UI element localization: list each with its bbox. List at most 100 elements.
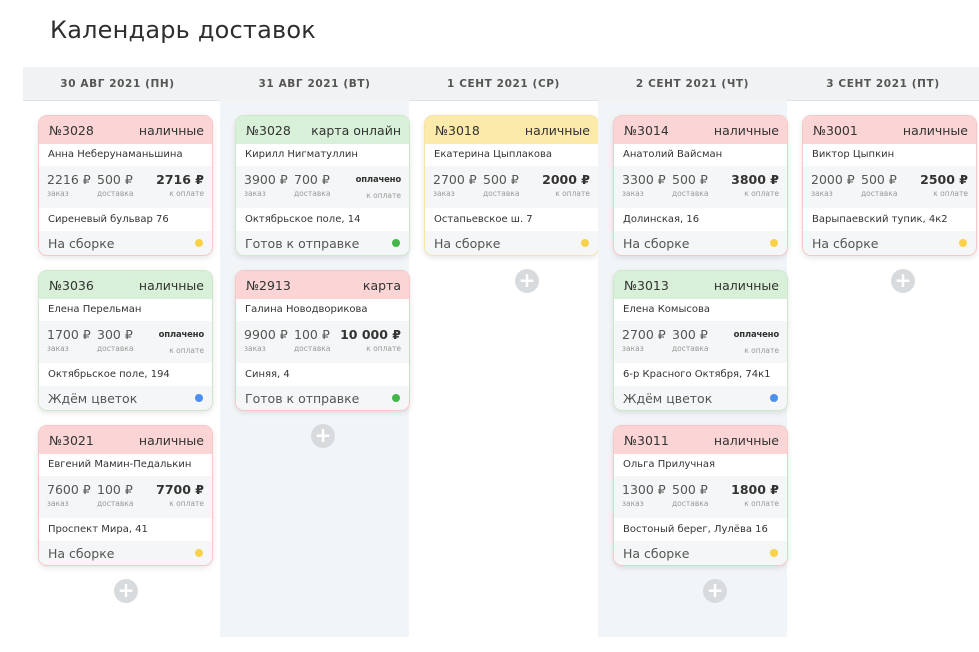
- status-text: На сборке: [48, 545, 115, 561]
- status-dot-icon: [392, 239, 400, 247]
- to-pay-amount: 1800 ₽: [731, 482, 779, 497]
- order-number: №3014: [624, 122, 669, 138]
- order-amount: 1300 ₽: [622, 482, 666, 497]
- to-pay-amount: 2500 ₽: [920, 172, 968, 187]
- card-header: №3011 наличные: [614, 426, 787, 454]
- add-order-button[interactable]: +: [891, 269, 915, 293]
- amounts-row: 3900 ₽ заказ 700 ₽ доставка оплачено к опла…: [236, 166, 409, 208]
- to-pay-label: к оплате: [169, 189, 204, 198]
- order-label: заказ: [433, 189, 455, 198]
- delivery-address: Долинская, 16: [614, 208, 787, 231]
- add-order-button[interactable]: +: [311, 424, 335, 448]
- delivery-address: Октябрьское поле, 194: [39, 363, 212, 386]
- status-row: Готов к отправке: [236, 386, 409, 410]
- customer-name: Елена Комысова: [614, 299, 787, 321]
- add-order-button[interactable]: +: [114, 579, 138, 603]
- delivery-label: доставка: [294, 344, 331, 353]
- order-amount: 2700 ₽: [433, 172, 477, 187]
- to-pay-label: к оплате: [933, 189, 968, 198]
- to-pay-label: к оплате: [169, 499, 204, 508]
- status-row: На сборке: [803, 231, 976, 255]
- status-row: На сборке: [39, 541, 212, 565]
- status-row: Ждём цветок: [614, 386, 787, 410]
- order-number: №3028: [246, 122, 291, 138]
- order-label: заказ: [47, 189, 69, 198]
- paid-status: оплачено: [355, 175, 402, 185]
- order-number: №3001: [813, 122, 858, 138]
- delivery-amount: 100 ₽: [294, 327, 330, 342]
- card-header: №3028 карта онлайн: [236, 116, 409, 144]
- column-date: 1 СЕНТ 2021 (СР): [447, 78, 560, 90]
- page-title: Календарь доставок: [50, 16, 316, 44]
- customer-name: Анна Неберунаманьшина: [39, 144, 212, 166]
- order-amount: 1700 ₽: [47, 327, 91, 342]
- payment-method: карта онлайн: [311, 122, 401, 138]
- amounts-row: 2216 ₽ заказ 500 ₽ доставка 2716 ₽ к оплате: [39, 166, 212, 208]
- order-label: заказ: [622, 344, 644, 353]
- card-header: №3028 наличные: [39, 116, 212, 144]
- column-date: 2 СЕНТ 2021 (ЧТ): [598, 67, 787, 101]
- column-date: 3 СЕНТ 2021 (ПТ): [826, 78, 940, 90]
- customer-name: Ольга Прилучная: [614, 454, 787, 476]
- order-card[interactable]: №3021 наличные Евгений Мамин-Педалькин 76…: [38, 425, 213, 566]
- order-amount: 3300 ₽: [622, 172, 666, 187]
- card-header: №2913 карта: [236, 271, 409, 299]
- delivery-label: доставка: [97, 499, 134, 508]
- amounts-row: 7600 ₽ заказ 100 ₽ доставка 7700 ₽ к оплате: [39, 476, 212, 518]
- status-dot-icon: [770, 239, 778, 247]
- order-card[interactable]: №3028 карта онлайн Кирилл Нигматуллин 390…: [235, 115, 410, 256]
- to-pay-amount: 10 000 ₽: [340, 327, 401, 342]
- order-card[interactable]: №3028 наличные Анна Неберунаманьшина 2216…: [38, 115, 213, 256]
- order-card[interactable]: №2913 карта Галина Новодворикова 9900 ₽ за…: [235, 270, 410, 411]
- order-label: заказ: [622, 499, 644, 508]
- delivery-label: доставка: [672, 499, 709, 508]
- status-dot-icon: [195, 549, 203, 557]
- customer-name: Галина Новодворикова: [236, 299, 409, 321]
- to-pay-label: к оплате: [366, 344, 401, 353]
- order-label: заказ: [811, 189, 833, 198]
- payment-method: наличные: [138, 122, 204, 138]
- to-pay-label: к оплате: [744, 346, 779, 355]
- status-text: На сборке: [812, 235, 879, 251]
- add-order-button[interactable]: +: [703, 579, 727, 603]
- to-pay-amount: 2000 ₽: [542, 172, 590, 187]
- status-text: На сборке: [48, 235, 115, 251]
- delivery-amount: 500 ₽: [672, 172, 708, 187]
- status-dot-icon: [770, 394, 778, 402]
- to-pay-amount: 3800 ₽: [731, 172, 779, 187]
- status-row: На сборке: [425, 231, 598, 255]
- delivery-label: доставка: [483, 189, 520, 198]
- to-pay-amount: 7700 ₽: [156, 482, 204, 497]
- status-row: На сборке: [614, 231, 787, 255]
- delivery-label: доставка: [294, 189, 331, 198]
- order-card[interactable]: №3001 наличные Виктор Цыпкин 2000 ₽ заказ …: [802, 115, 977, 256]
- day-column-sep3: 3 СЕНТ 2021 (ПТ) №3001 наличные Виктор Цы…: [787, 67, 979, 637]
- card-header: №3021 наличные: [39, 426, 212, 454]
- order-card[interactable]: №3018 наличные Екатерина Цыплакова 2700 ₽…: [424, 115, 599, 256]
- delivery-amount: 700 ₽: [294, 172, 330, 187]
- to-pay-label: к оплате: [555, 189, 590, 198]
- delivery-address: Сиреневый бульвар 76: [39, 208, 212, 231]
- order-number: №3011: [624, 432, 669, 448]
- order-card[interactable]: №3011 наличные Ольга Прилучная 1300 ₽ зака…: [613, 425, 788, 566]
- amounts-row: 2700 ₽ заказ 500 ₽ доставка 2000 ₽ к оплате: [425, 166, 598, 208]
- order-amount: 7600 ₽: [47, 482, 91, 497]
- card-header: №3014 наличные: [614, 116, 787, 144]
- order-card[interactable]: №3013 наличные Елена Комысова 2700 ₽ заказ…: [613, 270, 788, 411]
- amounts-row: 1300 ₽ заказ 500 ₽ доставка 1800 ₽ к оплате: [614, 476, 787, 518]
- delivery-amount: 500 ₽: [97, 172, 133, 187]
- delivery-label: доставка: [97, 189, 134, 198]
- order-card[interactable]: №3036 наличные Елена Перельман 1700 ₽ зака…: [38, 270, 213, 411]
- payment-method: наличные: [138, 432, 204, 448]
- delivery-address: Проспект Мира, 41: [39, 518, 212, 541]
- status-text: На сборке: [623, 545, 690, 561]
- order-card[interactable]: №3014 наличные Анатолий Вайсман 3300 ₽ зак…: [613, 115, 788, 256]
- status-text: На сборке: [434, 235, 501, 251]
- amounts-row: 1700 ₽ заказ 300 ₽ доставка оплачено к опла…: [39, 321, 212, 363]
- delivery-amount: 500 ₽: [861, 172, 897, 187]
- amounts-row: 2000 ₽ заказ 500 ₽ доставка 2500 ₽ к оплате: [803, 166, 976, 208]
- amounts-row: 3300 ₽ заказ 500 ₽ доставка 3800 ₽ к оплате: [614, 166, 787, 208]
- customer-name: Екатерина Цыплакова: [425, 144, 598, 166]
- add-order-button[interactable]: +: [515, 269, 539, 293]
- customer-name: Анатолий Вайсман: [614, 144, 787, 166]
